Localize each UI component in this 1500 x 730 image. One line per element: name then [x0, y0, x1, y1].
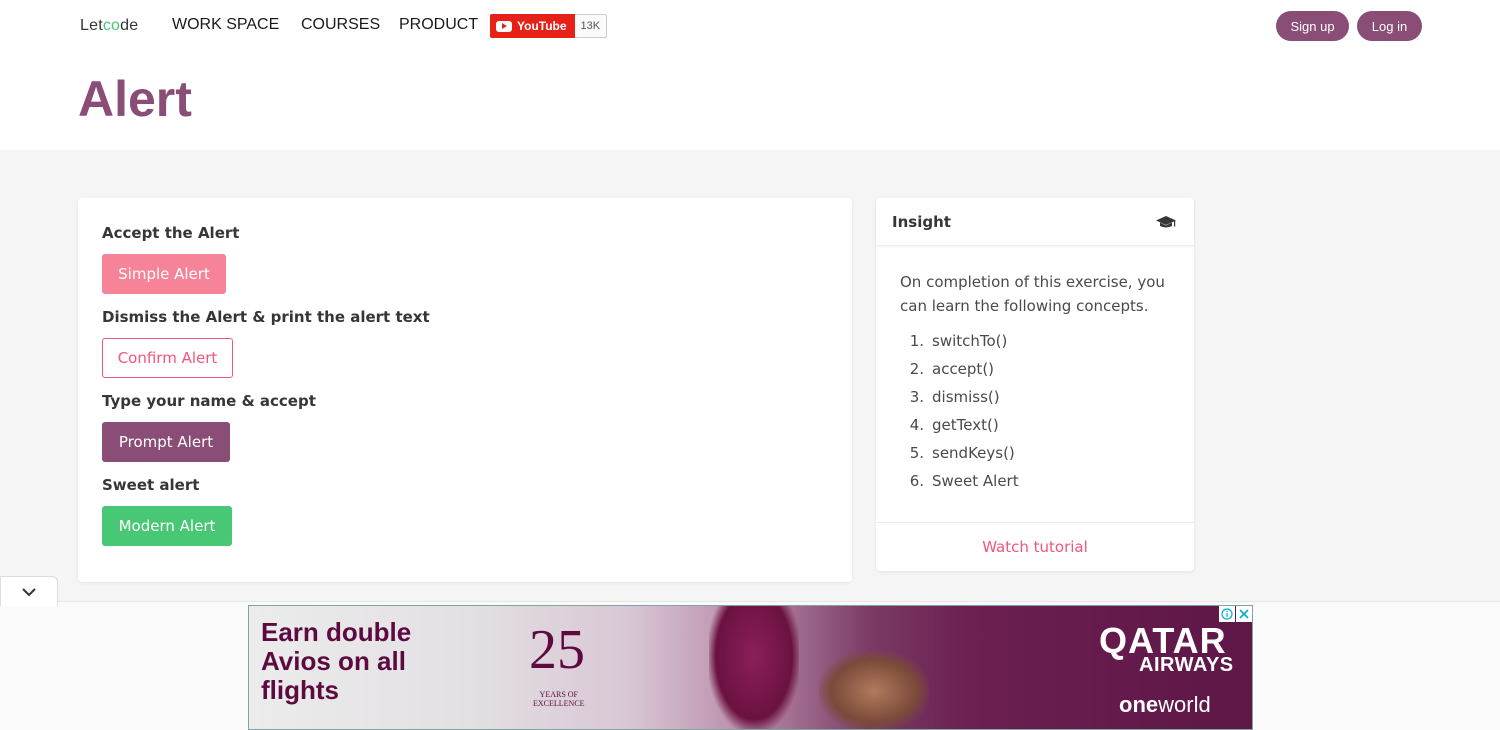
youtube-subscriber-count: 13K [574, 14, 608, 38]
insight-description: On completion of this exercise, you can … [900, 273, 1165, 315]
ad-brand-subname: AIRWAYS [1139, 654, 1234, 676]
hero-section: Alert [0, 52, 1500, 150]
page-title: Alert [78, 71, 192, 127]
ad-anniversary-number: 25 [529, 619, 585, 681]
logo-text-end: de [120, 17, 139, 34]
modern-alert-button[interactable]: Modern Alert [102, 506, 232, 546]
concepts-list: 1. switchTo() 2. accept() 3. dismiss() 4. ge… [900, 332, 1019, 500]
nav-link-product[interactable]: PRODUCT [399, 16, 478, 34]
signup-button[interactable]: Sign up [1276, 11, 1349, 41]
nav-link-workspace[interactable]: WORK SPACE [172, 16, 279, 34]
sweet-alert-label: Sweet alert [102, 476, 200, 494]
insight-header: Insight [876, 198, 1194, 246]
ad-anniversary-caption-line: YEARS OF [539, 690, 578, 699]
concept-text: switchTo() [932, 332, 1008, 350]
ad-alliance-logo: oneworld [1119, 692, 1211, 718]
logo-text-mid: co [102, 17, 121, 34]
ad-info-icon[interactable] [1219, 606, 1235, 622]
concept-text: dismiss() [932, 388, 1000, 406]
insight-footer: Watch tutorial [876, 522, 1194, 571]
ad-alliance-bold: one [1119, 692, 1159, 717]
confirm-alert-button[interactable]: Confirm Alert [102, 338, 233, 378]
concept-number: 6. [909, 472, 924, 490]
concept-text: getText() [932, 416, 999, 434]
insight-card: Insight On completion of this exercise, … [876, 198, 1194, 571]
concept-text: Sweet Alert [932, 472, 1019, 490]
youtube-subscribe-button[interactable]: YouTube 13K [490, 14, 608, 38]
ad-headline: Earn double Avios on all flights [261, 618, 411, 705]
graduation-cap-icon [1156, 216, 1176, 228]
concept-item: 1. switchTo() [900, 332, 1019, 360]
ad-alliance-rest: world [1158, 692, 1211, 717]
prompt-alert-button[interactable]: Prompt Alert [102, 422, 230, 462]
advertisement-banner[interactable]: Earn double Avios on all flights 25 YEAR… [248, 605, 1253, 730]
concept-number: 5. [909, 444, 924, 462]
info-icon [1221, 608, 1233, 620]
concept-text: sendKeys() [932, 444, 1015, 462]
concept-item: 3. dismiss() [900, 388, 1019, 416]
ad-image-flight-attendant [709, 606, 799, 729]
concept-number: 1. [909, 332, 924, 350]
logo[interactable]: Letcode [80, 17, 138, 35]
ad-anniversary-caption: YEARS OF EXCELLENCE [533, 690, 585, 708]
youtube-play-icon [496, 20, 512, 32]
nav-link-courses[interactable]: COURSES [301, 16, 380, 34]
chevron-down-icon [22, 587, 36, 596]
login-button[interactable]: Log in [1357, 11, 1422, 41]
alerts-card: Accept the Alert Simple Alert Dismiss th… [78, 198, 852, 582]
logo-text-start: Let [80, 17, 103, 34]
navbar: Letcode WORK SPACE COURSES PRODUCT YouTu… [0, 0, 1500, 52]
youtube-button[interactable]: YouTube [490, 14, 575, 38]
close-icon [1239, 609, 1249, 619]
concept-item: 6. Sweet Alert [900, 472, 1019, 500]
simple-alert-button[interactable]: Simple Alert [102, 254, 226, 294]
concept-number: 3. [909, 388, 924, 406]
youtube-label: YouTube [517, 19, 567, 33]
concept-number: 4. [909, 416, 924, 434]
accept-alert-label: Accept the Alert [102, 224, 240, 242]
ad-headline-line: flights [261, 675, 339, 705]
ad-headline-line: Earn double [261, 617, 412, 647]
watch-tutorial-link[interactable]: Watch tutorial [982, 538, 1088, 556]
ad-anniversary-caption-line: EXCELLENCE [533, 699, 585, 708]
concept-text: accept() [932, 360, 995, 378]
concept-item: 5. sendKeys() [900, 444, 1019, 472]
dismiss-alert-label: Dismiss the Alert & print the alert text [102, 308, 430, 326]
prompt-alert-label: Type your name & accept [102, 392, 316, 410]
ad-close-button[interactable] [1236, 606, 1252, 622]
concept-item: 2. accept() [900, 360, 1019, 388]
ad-headline-line: Avios on all [261, 646, 406, 676]
concept-item: 4. getText() [900, 416, 1019, 444]
ad-collapse-button[interactable] [0, 576, 58, 606]
concept-number: 2. [909, 360, 924, 378]
ad-image-passenger [819, 651, 929, 729]
insight-title: Insight [892, 213, 951, 231]
